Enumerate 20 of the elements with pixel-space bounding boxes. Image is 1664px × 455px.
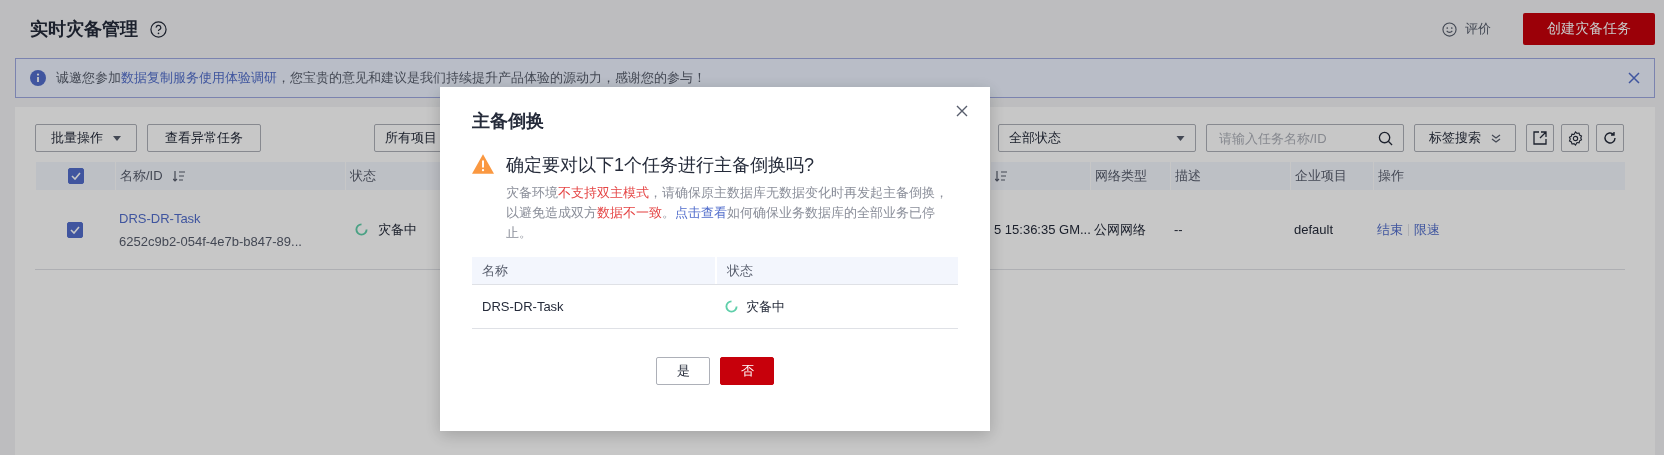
- warning-message: 灾备环境不支持双主模式，请确保原主数据库无数据变化时再发起主备倒换，以避免造成双方数据不一致。点击查看如何确保业务数据库的全部业务已停止。: [506, 184, 949, 242]
- column-header: 名称/ID: [120, 167, 163, 185]
- status-text: 灾备中: [378, 220, 417, 239]
- column-header: 操作: [1378, 167, 1404, 185]
- column-header: 状态: [727, 261, 753, 280]
- confirm-question: 确定要对以下1个任务进行主备倒换吗?: [506, 154, 816, 177]
- column-header: 企业项目: [1295, 167, 1347, 185]
- task-id: 6252c9b2-054f-4e7b-b847-89...: [119, 233, 303, 249]
- table-cell: --: [1174, 222, 1183, 237]
- column-header: 名称: [482, 261, 508, 280]
- table-cell: DRS-DR-Task: [482, 299, 564, 314]
- page-title: 实时灾备管理: [30, 18, 138, 41]
- column-header: 状态: [350, 167, 376, 185]
- notice-text: 诚邀您参加数据复制服务使用体验调研，您宝贵的意见和建议是我们持续提升产品体验的源动力，感谢您的参与！: [56, 69, 707, 87]
- column-header: 描述: [1175, 167, 1201, 185]
- table-cell: 公网网络: [1094, 220, 1146, 239]
- status-text: 灾备中: [746, 297, 785, 316]
- table-cell: 5 15:36:35 GM...: [994, 222, 1091, 237]
- table-cell: default: [1294, 222, 1334, 237]
- column-header: 网络类型: [1095, 167, 1147, 185]
